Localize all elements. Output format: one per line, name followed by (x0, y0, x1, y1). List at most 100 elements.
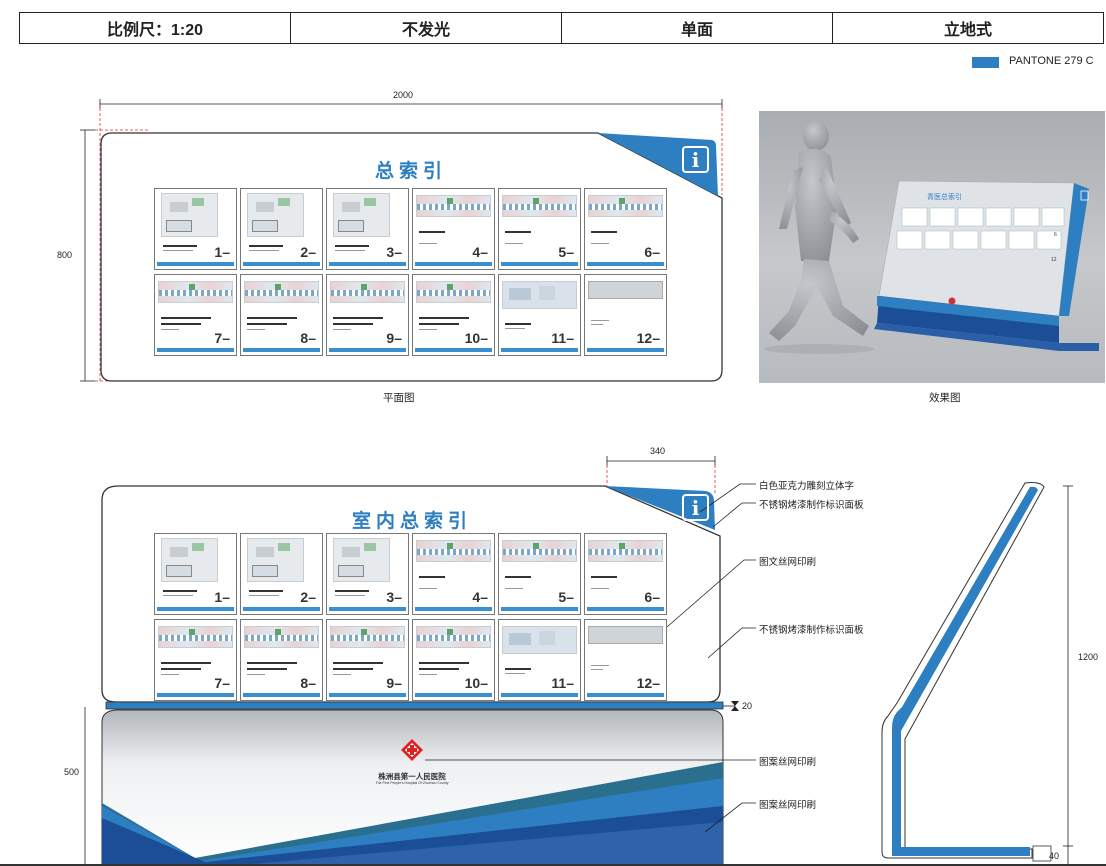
floor-plan-thumb: 1– (154, 188, 237, 270)
elevation-title: 室内总索引 (352, 511, 473, 532)
thumb-number: 2– (300, 589, 316, 605)
floor-plan-thumb: 4– (412, 533, 495, 615)
thumb-number: 3– (386, 589, 402, 605)
thumb-number: 6– (644, 244, 660, 260)
thumb-number: 11– (551, 330, 574, 346)
dim-height: 800 (57, 250, 73, 260)
floor-plan-thumb: 2– (240, 188, 323, 270)
floor-plan-thumb: 10– (412, 619, 495, 701)
thumb-number: 11– (551, 675, 574, 691)
thumb-strip (501, 262, 578, 266)
thumb-strip (501, 693, 578, 697)
floor-plan-thumb: 2– (240, 533, 323, 615)
dim-gap: 20 (742, 701, 753, 711)
plan-title: 总索引 (375, 161, 448, 182)
thumb-strip (587, 607, 664, 611)
floor-plan-thumb: 9– (326, 274, 409, 356)
thumb-strip (501, 607, 578, 611)
thumb-strip (243, 693, 320, 697)
floor-plan-thumb: 8– (240, 274, 323, 356)
thumb-number: 12– (636, 675, 660, 691)
thumb-number: 5– (558, 244, 574, 260)
thumb-strip (329, 693, 406, 697)
annotation-panel-mid: 不锈钢烤漆制作标识面板 (759, 625, 864, 636)
render-photo: 青医总索引 6 12 (759, 111, 1105, 383)
thumb-strip (157, 607, 234, 611)
thumb-strip (329, 348, 406, 352)
thumb-strip (243, 262, 320, 266)
thumb-number: 6– (644, 589, 660, 605)
floor-plan-thumb: 4– (412, 188, 495, 270)
floor-plan-thumb: 12– (584, 274, 667, 356)
floor-plan-thumb: 9– (326, 619, 409, 701)
dim-width: 2000 (393, 90, 414, 100)
annotation-panel-top: 不锈钢烤漆制作标识面板 (759, 500, 864, 511)
thumb-number: 1– (214, 589, 230, 605)
thumb-number: 3– (386, 244, 402, 260)
render-sign-label-12: 12 (1051, 257, 1057, 263)
thumb-number: 2– (300, 244, 316, 260)
thumb-number: 9– (386, 330, 402, 346)
thumb-strip (587, 693, 664, 697)
thumb-strip (501, 348, 578, 352)
thumb-strip (415, 262, 492, 266)
render-illustration: 青医总索引 6 12 (764, 121, 1099, 354)
thumb-strip (329, 607, 406, 611)
thumb-strip (243, 607, 320, 611)
dim-depth: 340 (650, 446, 666, 456)
thumb-strip (157, 262, 234, 266)
thumb-strip (329, 262, 406, 266)
thumb-number: 5– (558, 589, 574, 605)
annotation-screen-print: 图文丝网印刷 (759, 557, 817, 568)
thumb-number: 1– (214, 244, 230, 260)
thumb-number: 4– (472, 589, 488, 605)
thumb-number: 7– (214, 675, 230, 691)
floor-plan-thumb: 5– (498, 188, 581, 270)
thumb-strip (243, 348, 320, 352)
plan-caption: 平面图 (383, 392, 415, 404)
info-icon-elevation: i (682, 494, 709, 521)
thumb-strip (587, 262, 664, 266)
thumb-number: 8– (300, 675, 316, 691)
dim-height-side: 1200 (1078, 652, 1099, 662)
dim-base: 40 (1049, 851, 1060, 861)
annotation-acrylic-letters: 白色亚克力雕刻立体字 (759, 481, 855, 492)
info-icon: i (682, 146, 709, 173)
thumb-number: 10– (464, 330, 488, 346)
thumb-strip (415, 607, 492, 611)
floor-plan-thumb: 3– (326, 533, 409, 615)
hospital-logo-icon (400, 738, 424, 762)
floor-plan-thumb: 7– (154, 619, 237, 701)
thumb-number: 8– (300, 330, 316, 346)
thumb-strip (157, 348, 234, 352)
thumb-strip (587, 348, 664, 352)
annotation-pattern-print-2: 图案丝网印刷 (759, 800, 817, 811)
floor-plan-thumb: 10– (412, 274, 495, 356)
floor-plan-thumb: 7– (154, 274, 237, 356)
floor-plan-thumb: 5– (498, 533, 581, 615)
thumb-number: 12– (636, 330, 660, 346)
annotation-pattern-print-1: 图案丝网印刷 (759, 757, 817, 768)
hospital-subtitle: The First People's Hospital Of Zhuzhou C… (375, 781, 449, 785)
dim-height-front: 500 (64, 767, 80, 777)
plan-thumb-grid: 1– 2– 3– 4– 5– 6– 7– 8– 9– 10– 11– 12– (154, 188, 667, 356)
thumb-strip (415, 348, 492, 352)
floor-plan-thumb: 11– (498, 619, 581, 701)
thumb-strip (415, 693, 492, 697)
floor-plan-thumb: 8– (240, 619, 323, 701)
render-sign-title: 青医总索引 (927, 192, 962, 201)
thumb-number: 7– (214, 330, 230, 346)
floor-plan-thumb: 11– (498, 274, 581, 356)
floor-plan-thumb: 3– (326, 188, 409, 270)
drawing-sheet: 比例尺：1:20 不发光 单面 立地式 PANTONE 279 C 2000 8… (0, 0, 1106, 866)
render-sign-label-6: 6 (1054, 232, 1057, 238)
thumb-number: 10– (464, 675, 488, 691)
floor-plan-thumb: 1– (154, 533, 237, 615)
floor-plan-thumb: 12– (584, 619, 667, 701)
thumb-number: 4– (472, 244, 488, 260)
render-caption: 效果图 (929, 392, 961, 404)
elevation-thumb-grid: 1– 2– 3– 4– 5– 6– 7– 8– 9– 10– 11– 12– (154, 533, 667, 701)
thumb-strip (157, 693, 234, 697)
floor-plan-thumb: 6– (584, 533, 667, 615)
floor-plan-thumb: 6– (584, 188, 667, 270)
